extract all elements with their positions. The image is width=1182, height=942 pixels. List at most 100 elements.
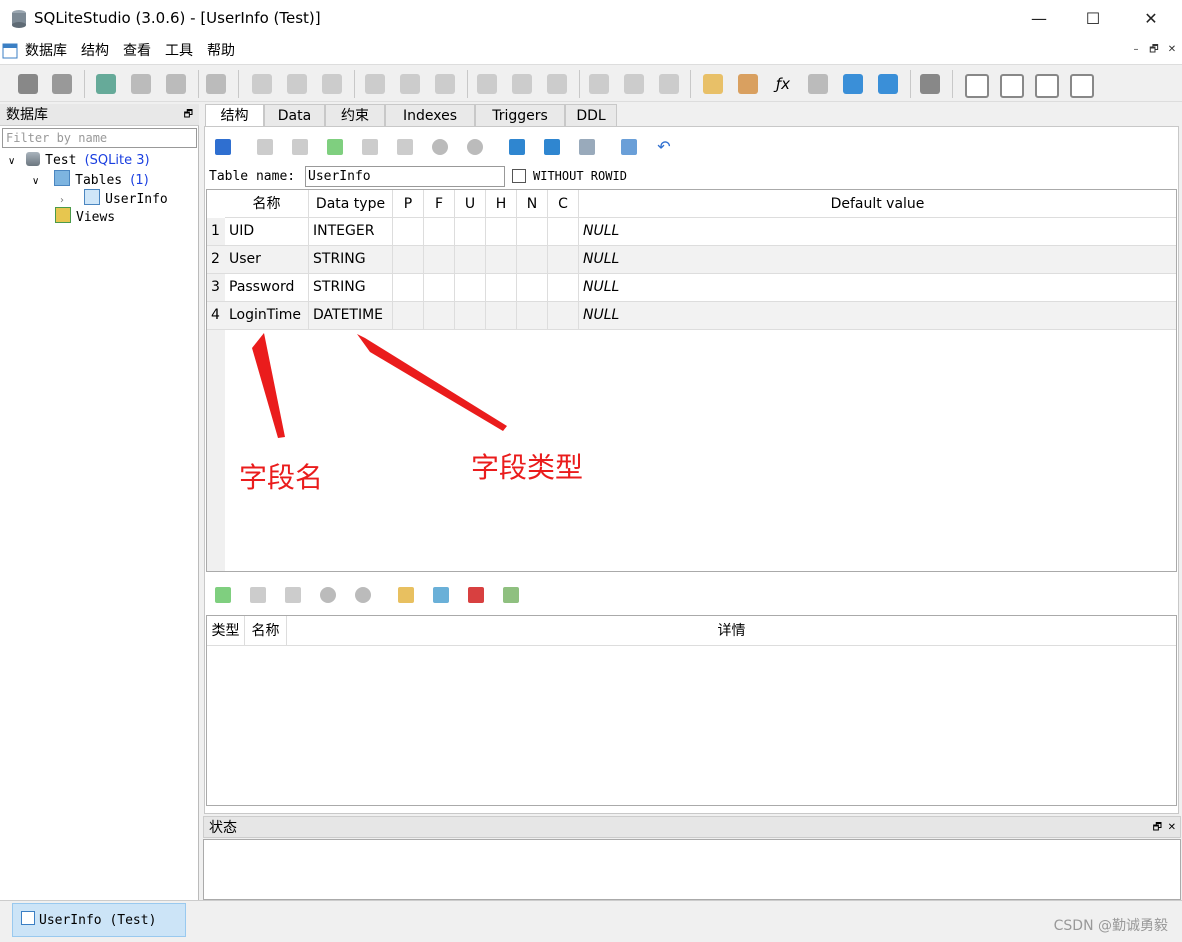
constraint-down-icon[interactable] <box>355 587 371 603</box>
table-window-icon <box>21 911 35 925</box>
mdi-restore-button[interactable]: 🗗 <box>1146 42 1162 58</box>
edit-view-icon[interactable] <box>624 74 644 94</box>
tile-vertical-icon[interactable] <box>1035 74 1059 98</box>
constraints-grid: 类型 名称 详情 <box>206 615 1177 806</box>
toolbar-separator <box>354 70 355 98</box>
tree-item-tables[interactable]: ∨ Tables (1) <box>32 170 149 189</box>
add-column-icon[interactable] <box>327 139 343 155</box>
menu-help[interactable]: 帮助 <box>200 38 242 64</box>
close-icon[interactable]: ✕ <box>1168 817 1176 839</box>
rollback-icon[interactable] <box>292 139 308 155</box>
tree-item-views[interactable]: Views <box>55 207 115 226</box>
refresh-icon[interactable] <box>215 139 231 155</box>
create-index-icon[interactable] <box>365 74 385 94</box>
mdi-window-icon <box>2 43 18 59</box>
commit-icon[interactable] <box>257 139 273 155</box>
views-icon <box>55 207 71 223</box>
status-log <box>203 839 1181 900</box>
table-name-input[interactable] <box>305 166 505 187</box>
tree-item-userinfo[interactable]: › UserInfo <box>60 189 168 208</box>
edit-column-icon[interactable] <box>362 139 378 155</box>
disconnect-db-icon[interactable] <box>52 74 72 94</box>
tab-data[interactable]: Data <box>264 104 325 127</box>
panel-float-icon[interactable]: 🗗 <box>1153 817 1162 839</box>
chevron-down-icon[interactable]: ∨ <box>8 152 22 171</box>
header-constraint-details[interactable]: 详情 <box>287 616 1176 646</box>
connect-db-icon[interactable] <box>18 74 38 94</box>
add-db-icon[interactable] <box>96 74 116 94</box>
import-icon[interactable] <box>878 74 898 94</box>
tree-item-db-test[interactable]: ∨ Test (SQLite 3) <box>8 151 150 170</box>
edit-constraint-icon[interactable] <box>250 587 266 603</box>
create-view-icon[interactable] <box>589 74 609 94</box>
menu-tools[interactable]: 工具 <box>158 38 200 64</box>
close-button[interactable]: ✕ <box>1122 0 1180 38</box>
filter-input[interactable]: Filter by name <box>2 128 197 148</box>
sql-editor-icon[interactable] <box>703 74 723 94</box>
add-primary-key-icon[interactable] <box>398 587 414 603</box>
edit-index-icon[interactable] <box>400 74 420 94</box>
status-panel: 状态 🗗 ✕ <box>203 816 1181 901</box>
create-trigger-icon[interactable] <box>477 74 497 94</box>
tab-constraints[interactable]: 约束 <box>325 104 385 127</box>
delete-constraint-icon[interactable] <box>285 587 301 603</box>
move-down-icon[interactable] <box>467 139 483 155</box>
cascade-windows-icon[interactable] <box>1070 74 1094 98</box>
mdi-close-button[interactable]: ✕ <box>1164 42 1180 58</box>
delete-index-icon[interactable] <box>435 74 455 94</box>
task-tab-userinfo[interactable]: UserInfo (Test) <box>12 903 186 937</box>
maximize-button[interactable]: ☐ <box>1064 0 1122 38</box>
tab-structure[interactable]: 结构 <box>205 104 264 128</box>
columns-grid: 名称 Data type P F U H N C Default value 1… <box>206 189 1177 572</box>
primary-key-icon[interactable] <box>509 139 525 155</box>
chevron-down-icon[interactable]: ∨ <box>32 172 50 191</box>
config-wrench-icon[interactable] <box>920 74 940 94</box>
toolbar-separator <box>198 70 199 98</box>
main-toolbar: ƒx <box>0 64 1182 102</box>
refresh-db-icon[interactable] <box>206 74 226 94</box>
app-icon <box>12 10 26 28</box>
check-icon[interactable] <box>621 139 637 155</box>
add-unique-icon[interactable] <box>468 587 484 603</box>
delete-view-icon[interactable] <box>659 74 679 94</box>
delete-trigger-icon[interactable] <box>547 74 567 94</box>
tab-triggers[interactable]: Triggers <box>475 104 565 127</box>
database-panel-header: 数据库 🗗 <box>0 104 199 126</box>
functions-icon[interactable]: ƒx <box>773 74 793 94</box>
add-foreign-key-icon[interactable] <box>433 587 449 603</box>
mdi-minimize-button[interactable]: – <box>1128 42 1144 58</box>
add-check-icon[interactable] <box>503 587 519 603</box>
minimize-button[interactable]: — <box>1010 0 1068 38</box>
collations-icon[interactable] <box>808 74 828 94</box>
undo-icon[interactable]: ↶ <box>656 139 672 155</box>
window-title: SQLiteStudio (3.0.6) - [UserInfo (Test)] <box>34 9 321 27</box>
delete-table-icon[interactable] <box>322 74 342 94</box>
move-up-icon[interactable] <box>432 139 448 155</box>
database-icon <box>26 152 41 166</box>
remove-db-icon[interactable] <box>166 74 186 94</box>
toolbar-separator <box>238 70 239 98</box>
menu-view[interactable]: 查看 <box>116 38 158 64</box>
tile-windows-icon[interactable] <box>965 74 989 98</box>
header-constraint-name[interactable]: 名称 <box>245 616 287 646</box>
tile-horizontal-icon[interactable] <box>1000 74 1024 98</box>
header-constraint-type[interactable]: 类型 <box>207 616 245 646</box>
menu-structure[interactable]: 结构 <box>74 38 116 64</box>
edit-db-icon[interactable] <box>131 74 151 94</box>
edit-table-icon[interactable] <box>287 74 307 94</box>
panel-float-icon[interactable]: 🗗 <box>184 104 193 126</box>
unique-icon[interactable] <box>579 139 595 155</box>
menu-database[interactable]: 数据库 <box>18 38 74 64</box>
tab-ddl[interactable]: DDL <box>565 104 617 127</box>
constraint-up-icon[interactable] <box>320 587 336 603</box>
extensions-icon[interactable] <box>843 74 863 94</box>
create-table-icon[interactable] <box>252 74 272 94</box>
add-constraint-icon[interactable] <box>215 587 231 603</box>
foreign-key-icon[interactable] <box>544 139 560 155</box>
delete-column-icon[interactable] <box>397 139 413 155</box>
edit-trigger-icon[interactable] <box>512 74 532 94</box>
ddl-history-icon[interactable] <box>738 74 758 94</box>
without-rowid-checkbox[interactable] <box>512 169 526 183</box>
tab-indexes[interactable]: Indexes <box>385 104 475 127</box>
table-name-label: Table name: <box>209 169 296 184</box>
